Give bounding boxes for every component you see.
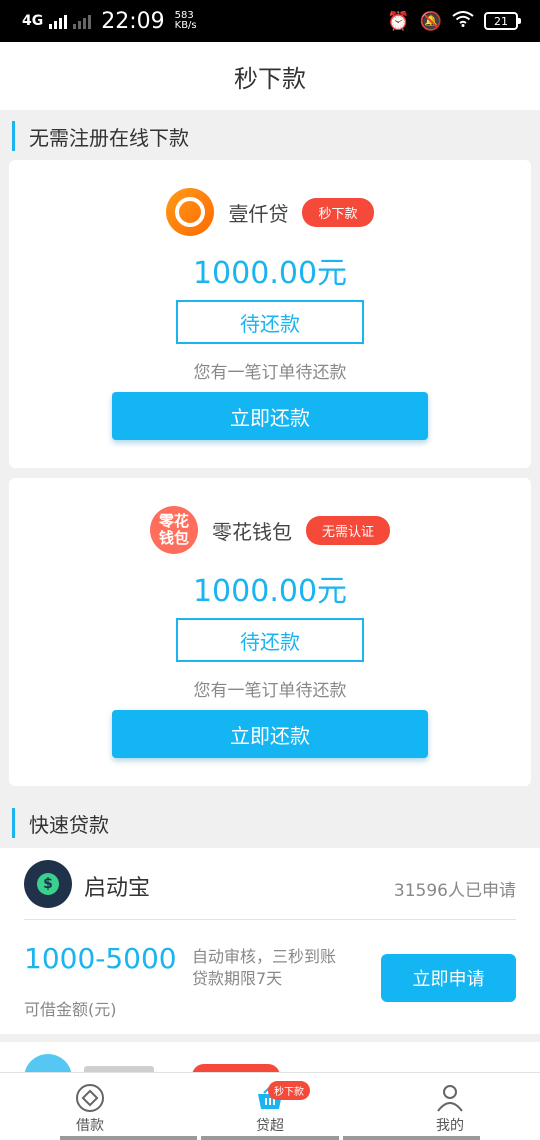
yiqiandai-logo-icon (166, 188, 215, 236)
loan-card: 零花 钱包 零花钱包 无需认证 1000.00元 待还款 您有一笔订单待还款 立… (9, 478, 531, 786)
nav-label: 我的 (436, 1118, 464, 1134)
network-speed: 583 KB/s (175, 11, 197, 31)
status-right: ⏰ 🔕 21 (387, 10, 521, 32)
battery-icon: 21 (484, 12, 521, 30)
quick-loan-card-peek[interactable] (0, 1042, 540, 1072)
signal-icon (49, 13, 68, 29)
app-header: 秒下款 (0, 42, 540, 110)
nav-label: 借款 (76, 1118, 104, 1134)
nav-item-mine[interactable]: 我的 (360, 1073, 540, 1140)
section-title-online: 无需注册在线下款 (12, 121, 189, 151)
loan-tag-badge: 无需认证 (305, 515, 390, 545)
quick-loan-desc: 自动审核，三秒到账 贷款期限7天 (192, 946, 336, 990)
section-title-online-text: 无需注册在线下款 (29, 125, 189, 150)
quick-loan-range-label: 可借金额(元) (24, 1000, 117, 1019)
qidongbao-logo-icon: $ (24, 860, 72, 908)
linghua-wallet-logo-icon: 零花 钱包 (149, 506, 198, 554)
nav-item-market[interactable]: 秒下款 贷超 (180, 1073, 360, 1140)
loan-amount: 1000.00元 (192, 256, 348, 291)
loan-notice: 您有一笔订单待还款 (193, 681, 347, 701)
loan-notice: 您有一笔订单待还款 (193, 363, 347, 383)
nav-label: 贷超 (256, 1118, 284, 1134)
loan-icon (75, 1083, 105, 1113)
quick-loan-desc-line2: 贷款期限7天 (192, 969, 283, 988)
quick-loan-name: 启动宝 (84, 876, 151, 901)
quick-loan-desc-line1: 自动审核，三秒到账 (192, 947, 337, 966)
status-time: 22:09 (101, 8, 165, 34)
loan-status-box: 待还款 (176, 300, 364, 344)
nav-badge: 秒下款 (268, 1081, 310, 1100)
loan-card-head: 零花 钱包 零花钱包 无需认证 (9, 506, 531, 554)
quick-loan-applicants: 31596人已申请 (393, 881, 516, 901)
next-loan-tag-badge (192, 1064, 280, 1072)
loan-tag-badge: 秒下款 (302, 197, 374, 227)
quick-loan-card[interactable]: $ 启动宝 31596人已申请 1000-5000 自动审核，三秒到账 贷款期限… (0, 848, 540, 1034)
apply-now-button[interactable]: 立即申请 (381, 954, 516, 1002)
section-title-quick: 快速贷款 (12, 808, 109, 838)
alarm-icon: ⏰ (387, 10, 410, 32)
logo-text-top: 零花 (158, 512, 189, 530)
network-type: 4G (22, 13, 44, 29)
loan-card: 壹仟贷 秒下款 1000.00元 待还款 您有一笔订单待还款 立即还款 (9, 160, 531, 468)
loan-status-box: 待还款 (176, 618, 364, 662)
gesture-bar (60, 1136, 480, 1140)
loan-name: 壹仟贷 (228, 201, 289, 226)
repay-now-button[interactable]: 立即还款 (112, 710, 428, 758)
repay-now-button[interactable]: 立即还款 (112, 392, 428, 440)
page-title: 秒下款 (234, 64, 306, 93)
speed-unit: KB/s (174, 20, 197, 31)
nav-item-loan[interactable]: 借款 (0, 1073, 180, 1140)
user-icon (435, 1083, 465, 1113)
bottom-nav: 借款 秒下款 贷超 我的 (0, 1072, 540, 1140)
loan-amount: 1000.00元 (192, 574, 348, 609)
wifi-icon (452, 10, 474, 32)
logo-text-bottom: 钱包 (158, 529, 189, 547)
next-loan-logo-icon (24, 1054, 72, 1072)
status-bar: 4G 22:09 583 KB/s ⏰ 🔕 21 (0, 0, 540, 42)
loan-card-head: 壹仟贷 秒下款 (9, 188, 531, 236)
quick-loan-range: 1000-5000 (24, 942, 177, 975)
section-title-quick-text: 快速贷款 (29, 812, 109, 837)
divider (24, 919, 516, 920)
mute-icon: 🔕 (419, 10, 442, 32)
signal-secondary-icon (73, 13, 92, 29)
status-left: 4G 22:09 583 KB/s (22, 9, 197, 34)
loan-name: 零花钱包 (211, 519, 292, 544)
